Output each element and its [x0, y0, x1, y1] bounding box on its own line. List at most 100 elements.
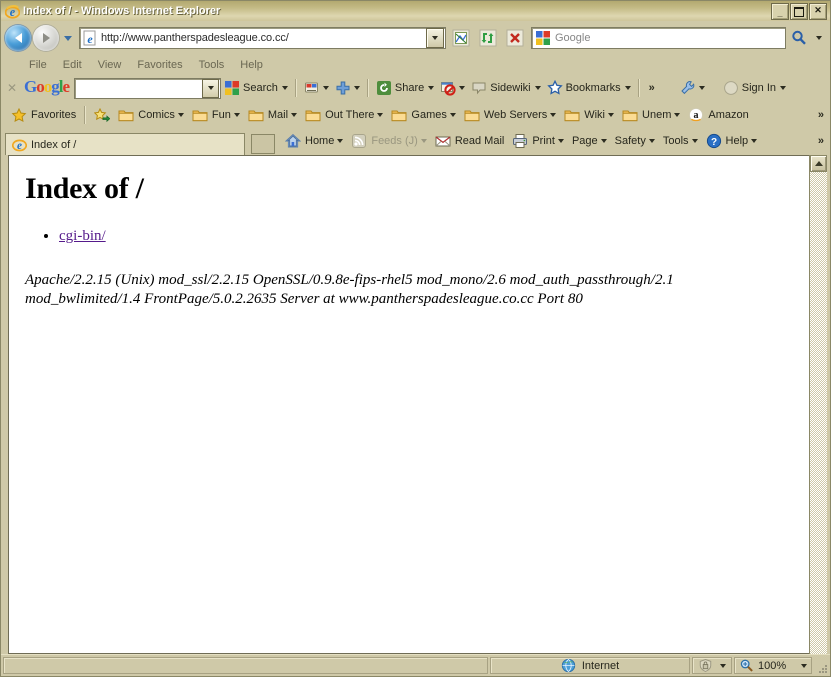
google-toolbar-overflow-button[interactable]: » [644, 82, 659, 94]
address-input[interactable]: e http://www.pantherspadesleague.co.cc/ [79, 27, 446, 49]
minimize-button[interactable]: _ [771, 3, 789, 20]
google-search-label: Search [243, 82, 278, 94]
back-button[interactable] [5, 25, 31, 51]
favorites-item-label: Fun [211, 108, 231, 121]
favorites-item-wiki[interactable]: Wiki [560, 106, 618, 124]
favorites-item-label: Web Servers [483, 108, 548, 121]
command-feeds-label: Feeds (J) [371, 135, 418, 147]
google-translate-button[interactable] [301, 78, 332, 98]
scroll-up-button[interactable] [810, 155, 827, 172]
command-print-label: Print [532, 135, 555, 147]
page-area: Index of / cgi-bin/ Apache/2.2.15 (Unix)… [1, 153, 830, 654]
command-print-button[interactable]: Print [508, 131, 568, 151]
maximize-button[interactable] [790, 3, 808, 20]
command-feeds-button[interactable]: Feeds (J) [347, 131, 430, 151]
menu-view[interactable]: View [90, 58, 130, 72]
server-signature: Apache/2.2.15 (Unix) mod_ssl/2.2.15 Open… [25, 271, 725, 309]
command-read-mail-button[interactable]: Read Mail [431, 131, 509, 151]
forward-button[interactable] [33, 25, 59, 51]
mail-icon [435, 133, 451, 149]
chevron-down-icon [801, 663, 807, 668]
google-search-history-button[interactable] [202, 78, 220, 98]
stop-button[interactable] [503, 26, 527, 50]
google-share-button[interactable]: Share [373, 78, 437, 98]
security-zone-indicator[interactable]: Internet [490, 657, 690, 674]
command-page-button[interactable]: Page [568, 133, 611, 149]
wrench-icon [680, 80, 696, 96]
google-add-button[interactable] [332, 78, 363, 98]
menu-favorites[interactable]: Favorites [129, 58, 190, 72]
search-options-button[interactable] [812, 25, 826, 51]
google-sidewiki-button[interactable]: Sidewiki [468, 78, 543, 98]
vertical-scrollbar[interactable] [809, 155, 827, 654]
chevron-down-icon [337, 139, 344, 143]
new-tab-button[interactable] [251, 134, 275, 154]
command-safety-button[interactable]: Safety [611, 133, 659, 149]
refresh-button[interactable] [476, 26, 500, 50]
google-toolbar-close-button[interactable]: ✕ [4, 81, 20, 95]
chevron-down-icon [608, 112, 615, 117]
help-icon: ? [706, 133, 722, 149]
recent-pages-button[interactable] [61, 25, 75, 51]
menu-tools[interactable]: Tools [191, 58, 233, 72]
command-help-button[interactable]: ? Help [702, 131, 762, 151]
add-to-favorites-bar-button[interactable] [90, 106, 114, 124]
google-toolbar: ✕ Google Search Share Sidewiki Bookmarks… [1, 74, 830, 102]
favorites-item-amazon[interactable]: a Amazon [684, 106, 752, 124]
feeds-icon [351, 133, 367, 149]
tab-label: Index of / [31, 138, 77, 151]
status-bar: Internet 100% [1, 654, 830, 676]
tab-index-of[interactable]: e Index of / [5, 133, 245, 155]
chevron-down-icon [674, 112, 681, 117]
blocked-popups-icon [440, 80, 456, 96]
directory-listing: cgi-bin/ [25, 228, 793, 245]
command-tools-button[interactable]: Tools [659, 133, 702, 149]
favorites-item-web-servers[interactable]: Web Servers [460, 106, 560, 124]
google-toolbar-search-input[interactable] [74, 77, 222, 99]
google-search-button[interactable]: Search [221, 78, 291, 98]
shield-icon [698, 658, 714, 674]
google-bookmarks-button[interactable]: Bookmarks [544, 78, 634, 98]
google-share-label: Share [394, 82, 425, 94]
google-settings-button[interactable] [677, 78, 708, 98]
scrollbar-track[interactable] [810, 172, 827, 654]
close-button[interactable]: ✕ [809, 3, 827, 20]
share-icon [376, 80, 392, 96]
menu-edit[interactable]: Edit [55, 58, 90, 72]
compatibility-view-button[interactable] [449, 26, 473, 50]
magnifier-icon [739, 658, 755, 674]
chevron-down-icon [720, 663, 726, 668]
favorites-item-comics[interactable]: Comics [114, 106, 188, 124]
search-go-button[interactable] [788, 28, 810, 48]
google-icon [535, 30, 551, 46]
google-signin-button[interactable]: Sign In [720, 78, 789, 98]
address-dropdown-button[interactable] [426, 28, 444, 48]
favorites-item-unem[interactable]: Unem [618, 106, 684, 124]
chevron-down-icon [780, 86, 786, 90]
favorites-item-games[interactable]: Games [387, 106, 459, 124]
star-icon [546, 79, 563, 96]
server-signature-line2: mod_bwlimited/1.4 FrontPage/5.0.2.2635 S… [25, 290, 583, 307]
command-bar-overflow-button[interactable]: » [813, 135, 828, 147]
chevron-down-icon [64, 35, 72, 41]
favorites-item-fun[interactable]: Fun [188, 106, 244, 124]
zoom-control[interactable]: 100% [734, 657, 812, 674]
chevron-down-icon [377, 112, 384, 117]
directory-link-cgi-bin[interactable]: cgi-bin/ [59, 228, 106, 244]
menu-file[interactable]: File [21, 58, 55, 72]
plus-icon [335, 80, 351, 96]
google-icon [224, 80, 240, 96]
favorites-button[interactable]: Favorites [7, 106, 80, 124]
protected-mode-indicator[interactable] [692, 657, 732, 674]
resize-grip[interactable] [814, 658, 828, 674]
favorites-bar-overflow-button[interactable]: » [813, 109, 828, 121]
favorites-item-mail[interactable]: Mail [244, 106, 301, 124]
search-input[interactable]: Google [531, 27, 786, 49]
folder-icon [192, 108, 208, 122]
zoom-level-label: 100% [758, 659, 787, 672]
menu-help[interactable]: Help [232, 58, 271, 72]
favorites-item-out-there[interactable]: Out There [301, 106, 387, 124]
command-home-button[interactable]: Home [281, 131, 347, 151]
google-popup-blocker-button[interactable] [437, 78, 468, 98]
folder-icon [464, 108, 480, 122]
